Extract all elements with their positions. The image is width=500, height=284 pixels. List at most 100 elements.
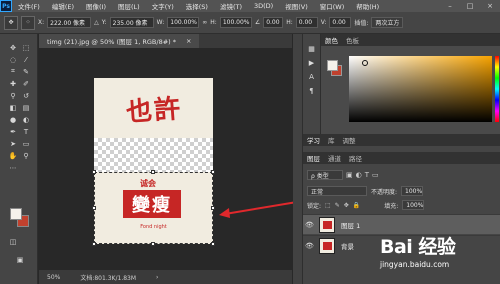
gradient-tool-icon[interactable]: ▤ bbox=[20, 102, 32, 113]
menu-window[interactable]: 窗口(W) bbox=[314, 1, 351, 11]
quick-mask-icon[interactable]: ◫ bbox=[7, 236, 19, 247]
history-brush-tool-icon[interactable]: ↺ bbox=[20, 90, 32, 101]
x-position-field[interactable]: 222.00 像素 bbox=[47, 17, 92, 28]
delta-icon[interactable]: △ bbox=[94, 19, 99, 26]
blend-mode-select[interactable]: 正常 bbox=[307, 186, 367, 196]
menu-layer[interactable]: 图层(L) bbox=[112, 1, 146, 11]
layer-filter-select[interactable]: ρ 类型 bbox=[307, 170, 343, 180]
tab-libraries[interactable]: 库 bbox=[328, 135, 335, 145]
maximize-button[interactable]: □ bbox=[460, 0, 480, 12]
type-tool-icon[interactable]: T bbox=[20, 126, 32, 137]
reference-point-icon[interactable]: ⁘ bbox=[21, 15, 35, 30]
actions-panel-icon[interactable]: ▶ bbox=[307, 58, 316, 67]
clone-stamp-tool-icon[interactable]: ⚲ bbox=[7, 90, 19, 101]
menu-filter[interactable]: 滤镜(T) bbox=[214, 1, 248, 11]
lock-all-icon[interactable]: 🔒 bbox=[353, 202, 360, 209]
visibility-eye-icon[interactable]: 👁 bbox=[305, 242, 315, 250]
tab-learn[interactable]: 学习 bbox=[307, 135, 320, 145]
zoom-tool-icon[interactable]: ⚲ bbox=[20, 150, 32, 161]
foreground-color-swatch[interactable] bbox=[10, 208, 22, 220]
menu-type[interactable]: 文字(Y) bbox=[146, 1, 180, 11]
menu-view[interactable]: 视图(V) bbox=[279, 1, 314, 11]
filter-adjust-icon[interactable]: ◐ bbox=[356, 171, 362, 179]
opacity-field[interactable]: 100% bbox=[401, 186, 424, 196]
menu-select[interactable]: 选择(S) bbox=[180, 1, 214, 11]
transform-handle-b[interactable] bbox=[151, 242, 155, 246]
lock-transparent-icon[interactable]: ⬚ bbox=[325, 202, 331, 209]
h-skew-field[interactable]: 0.00 bbox=[295, 17, 318, 28]
transform-tool-icon[interactable]: ✥ bbox=[4, 15, 18, 30]
transform-handle-br[interactable] bbox=[211, 242, 215, 246]
y-position-field[interactable]: 235.00 像素 bbox=[109, 17, 154, 28]
close-tab-icon[interactable]: × bbox=[186, 37, 191, 45]
lock-position-icon[interactable]: ✥ bbox=[344, 202, 349, 209]
color-picker-cursor[interactable] bbox=[362, 60, 368, 66]
brush-tool-icon[interactable]: ✐ bbox=[20, 78, 32, 89]
magic-wand-tool-icon[interactable]: ⁄ bbox=[20, 54, 32, 65]
crop-tool-icon[interactable]: ⌗ bbox=[7, 66, 19, 77]
angle-field[interactable]: 0.00 bbox=[263, 17, 284, 28]
transform-handle-tr[interactable] bbox=[211, 170, 215, 174]
canvas-area[interactable]: 也許 诚会 變瘦 Fond night bbox=[39, 48, 292, 270]
interpolation-select[interactable]: 两次立方 bbox=[371, 17, 404, 28]
hand-tool-icon[interactable]: ✋ bbox=[7, 150, 19, 161]
move-tool-icon[interactable]: ✥ bbox=[7, 42, 19, 53]
v-skew-field[interactable]: 0.00 bbox=[329, 17, 352, 28]
menu-3d[interactable]: 3D(D) bbox=[248, 2, 279, 10]
character-panel-icon[interactable]: A bbox=[307, 72, 316, 81]
filter-shape-icon[interactable]: ▭ bbox=[372, 171, 379, 179]
link-icon[interactable]: ∞ bbox=[202, 19, 207, 26]
path-selection-tool-icon[interactable]: ➤ bbox=[7, 138, 19, 149]
minimize-button[interactable]: – bbox=[440, 0, 460, 12]
background-layer-name[interactable]: 背景 bbox=[341, 241, 354, 251]
blend-row: 正常 不透明度: 100% bbox=[303, 186, 500, 196]
history-panel-icon[interactable]: ▦ bbox=[307, 44, 316, 53]
marquee-tool-icon[interactable]: ⬚ bbox=[20, 42, 32, 53]
width-field[interactable]: 100.00% bbox=[167, 17, 200, 28]
tab-channels[interactable]: 通道 bbox=[328, 153, 341, 163]
document-info: 文档:801.3K/1.83M bbox=[80, 274, 137, 282]
filter-type-icon[interactable]: T bbox=[365, 171, 369, 179]
menu-edit[interactable]: 编辑(E) bbox=[46, 1, 80, 11]
tab-layers[interactable]: 图层 bbox=[307, 153, 320, 163]
tab-swatches[interactable]: 色板 bbox=[346, 35, 359, 45]
lock-image-icon[interactable]: ✎ bbox=[335, 202, 340, 209]
tab-paths[interactable]: 路径 bbox=[349, 153, 362, 163]
lasso-tool-icon[interactable]: ◌ bbox=[7, 54, 19, 65]
zoom-level[interactable]: 50% bbox=[47, 274, 60, 281]
pen-tool-icon[interactable]: ✒ bbox=[7, 126, 19, 137]
hue-slider[interactable] bbox=[495, 56, 499, 122]
more-tools-icon[interactable]: ⋯ bbox=[7, 162, 19, 173]
screen-mode-icon[interactable]: ▣ bbox=[14, 254, 26, 265]
paragraph-panel-icon[interactable]: ¶ bbox=[307, 86, 316, 95]
window-controls: – □ × bbox=[440, 0, 500, 12]
transform-handle-t[interactable] bbox=[151, 170, 155, 174]
fill-field[interactable]: 100% bbox=[402, 200, 425, 210]
visibility-eye-icon[interactable]: 👁 bbox=[305, 221, 315, 229]
transform-handle-l[interactable] bbox=[92, 206, 96, 210]
healing-brush-tool-icon[interactable]: ✚ bbox=[7, 78, 19, 89]
eyedropper-tool-icon[interactable]: ✎ bbox=[20, 66, 32, 77]
color-picker-field[interactable] bbox=[349, 56, 492, 122]
menu-file[interactable]: 文件(F) bbox=[12, 1, 46, 11]
eraser-tool-icon[interactable]: ◧ bbox=[7, 102, 19, 113]
menu-help[interactable]: 帮助(H) bbox=[350, 1, 385, 11]
blur-tool-icon[interactable]: ● bbox=[7, 114, 19, 125]
rectangle-tool-icon[interactable]: ▭ bbox=[20, 138, 32, 149]
menu-image[interactable]: 图像(I) bbox=[80, 1, 112, 11]
panel-foreground-swatch[interactable] bbox=[327, 60, 338, 71]
transform-handle-bl[interactable] bbox=[92, 242, 96, 246]
tab-adjustments[interactable]: 调整 bbox=[343, 135, 356, 145]
status-arrow-icon[interactable]: › bbox=[156, 274, 158, 281]
dodge-tool-icon[interactable]: ◐ bbox=[20, 114, 32, 125]
close-button[interactable]: × bbox=[480, 0, 500, 12]
transform-handle-tl[interactable] bbox=[92, 170, 96, 174]
document-tab[interactable]: timg (21).jpg @ 50% (图层 1, RGB/8#) * × bbox=[39, 34, 200, 48]
tab-color[interactable]: 颜色 bbox=[325, 35, 338, 45]
filter-pixel-icon[interactable]: ▣ bbox=[346, 171, 353, 179]
height-field[interactable]: 100.00% bbox=[219, 17, 252, 28]
layer1-name[interactable]: 图层 1 bbox=[341, 220, 360, 230]
document-canvas[interactable]: 也許 诚会 變瘦 Fond night bbox=[92, 78, 215, 246]
transform-bounding-box[interactable] bbox=[94, 172, 213, 244]
angle-icon: ∠ bbox=[254, 19, 261, 26]
